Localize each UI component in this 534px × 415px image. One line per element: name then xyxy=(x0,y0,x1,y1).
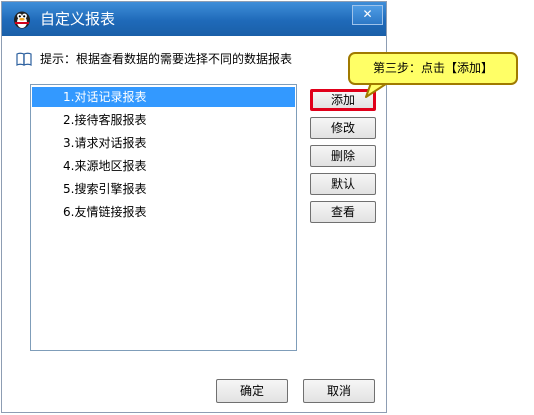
report-item[interactable]: 5.搜索引擎报表 xyxy=(32,179,295,199)
report-item[interactable]: 2.接待客服报表 xyxy=(32,110,295,130)
report-item[interactable]: 3.请求对话报表 xyxy=(32,133,295,153)
report-list[interactable]: 1.对话记录报表 2.接待客服报表 3.请求对话报表 4.来源地区报表 5.搜索… xyxy=(30,84,297,351)
view-button[interactable]: 查看 xyxy=(310,201,376,223)
book-icon xyxy=(16,52,32,66)
cancel-button[interactable]: 取消 xyxy=(303,379,375,403)
dialog-title: 自定义报表 xyxy=(40,10,116,28)
report-item[interactable]: 4.来源地区报表 xyxy=(32,156,295,176)
penguin-app-icon xyxy=(14,11,30,29)
close-button[interactable]: ✕ xyxy=(352,5,383,25)
add-button[interactable]: 添加 xyxy=(310,89,376,111)
hint-text: 提示：根据查看数据的需要选择不同的数据报表 xyxy=(40,52,293,66)
report-item[interactable]: 1.对话记录报表 xyxy=(32,87,295,107)
step-callout: 第三步：点击【添加】 xyxy=(348,52,518,85)
default-button[interactable]: 默认 xyxy=(310,173,376,195)
report-item[interactable]: 6.友情链接报表 xyxy=(32,202,295,222)
delete-button[interactable]: 删除 xyxy=(310,145,376,167)
custom-report-dialog: 自定义报表 ✕ 提示：根据查看数据的需要选择不同的数据报表 1.对话记录报表 2… xyxy=(1,1,387,413)
title-bar[interactable]: 自定义报表 ✕ xyxy=(2,2,386,36)
edit-button[interactable]: 修改 xyxy=(310,117,376,139)
close-icon: ✕ xyxy=(362,7,373,21)
ok-button[interactable]: 确定 xyxy=(216,379,288,403)
